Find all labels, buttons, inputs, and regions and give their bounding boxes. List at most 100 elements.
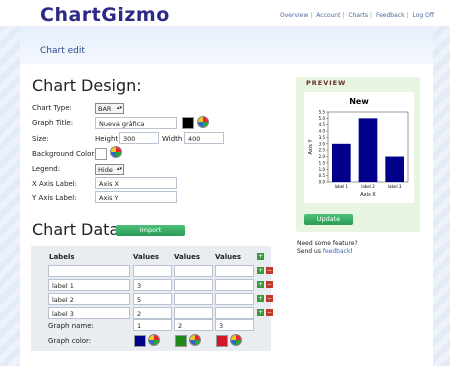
add-row-button[interactable]: +	[257, 267, 264, 274]
y-tick-label: 5.5	[319, 110, 326, 115]
chart-type-label: Chart Type:	[32, 104, 72, 112]
background-color-swatch[interactable]	[95, 148, 107, 160]
row-value-input[interactable]: 5	[133, 293, 172, 305]
row-value-input[interactable]	[174, 293, 213, 305]
row-value-input[interactable]	[174, 307, 213, 319]
top-nav: Overview | Account | Charts | Feedback | Log…	[280, 12, 434, 19]
y-tick-label: 2.0	[319, 154, 326, 159]
column-header-values-1: Values	[133, 253, 160, 261]
graph-color-swatch[interactable]	[175, 335, 187, 347]
x-axis-label: Axis X	[360, 192, 376, 198]
row-value-input[interactable]	[174, 279, 213, 291]
column-header-values-2: Values	[174, 253, 201, 261]
preview-chart: New 0.0 0.5 1.0 1.5 2.0 2.5 3.0 3.5 4.0 4.5 5.0 5.5 l…	[304, 92, 414, 203]
top-bar: ChartGizmo Overview | Account | Charts | Fe…	[0, 0, 450, 26]
chart-title: New	[349, 97, 369, 106]
feedback-text-line1: Need some feature?	[297, 240, 358, 247]
remove-row-button[interactable]: −	[266, 295, 273, 302]
nav-log-off[interactable]: Log Off	[413, 12, 434, 19]
graph-name-input[interactable]: 3	[215, 319, 254, 331]
y-tick-label: 5.0	[319, 116, 326, 121]
table-header-input[interactable]	[48, 265, 130, 277]
graph-color-swatch[interactable]	[216, 335, 228, 347]
color-picker-icon[interactable]	[230, 334, 242, 346]
graph-title-input[interactable]: Nueva gráfica	[95, 117, 177, 129]
nav-feedback[interactable]: Feedback	[376, 12, 405, 19]
y-tick-label: 4.0	[319, 129, 326, 134]
chart-design-heading: Chart Design:	[32, 76, 142, 95]
feedback-prefix: Send us	[297, 248, 323, 255]
y-tick-label: 0.0	[319, 180, 326, 185]
graph-name-input[interactable]: 2	[174, 319, 213, 331]
add-row-button[interactable]: +	[257, 309, 264, 316]
color-picker-icon[interactable]	[148, 334, 160, 346]
remove-row-button[interactable]: −	[266, 281, 273, 288]
color-picker-icon[interactable]	[110, 146, 122, 158]
bar	[332, 143, 351, 182]
add-row-button[interactable]: +	[257, 295, 264, 302]
nav-charts[interactable]: Charts	[348, 12, 368, 19]
remove-row-button[interactable]: −	[266, 267, 273, 274]
feedback-suffix: !	[350, 248, 353, 255]
color-picker-icon[interactable]	[197, 116, 209, 128]
x-tick-label: label 3	[388, 184, 402, 189]
row-value-input[interactable]	[215, 279, 254, 291]
table-header-input[interactable]	[215, 265, 254, 277]
graph-color-swatch[interactable]	[134, 335, 146, 347]
graph-name-label: Graph name:	[48, 322, 94, 330]
size-label: Size:	[32, 135, 49, 143]
row-value-input[interactable]: 2	[133, 307, 172, 319]
y-tick-label: 3.5	[319, 135, 326, 140]
row-label-input[interactable]: label 1	[48, 279, 130, 291]
width-input[interactable]: 400	[184, 132, 224, 144]
dropdown-arrow-icon: ▴▾	[116, 105, 122, 111]
page-title: Chart edit	[40, 46, 85, 56]
nav-account[interactable]: Account	[316, 12, 340, 19]
x-tick-label: label 2	[361, 184, 375, 189]
row-value-input[interactable]: 3	[133, 279, 172, 291]
y-tick-label: 2.5	[319, 148, 326, 153]
legend-label: Legend:	[32, 165, 61, 173]
y-tick-label: 1.5	[319, 160, 326, 165]
update-button[interactable]: Update	[304, 214, 353, 225]
row-label-input[interactable]: label 2	[48, 293, 130, 305]
graph-title-label: Graph Title:	[32, 119, 74, 127]
bar-chart: New 0.0 0.51.0 1.52.02.5 3.03.54.0 4.55.05.5 l…	[308, 97, 409, 198]
x-axis-label-input[interactable]: Axis X	[95, 177, 177, 189]
title-color-swatch[interactable]	[182, 117, 194, 129]
y-axis-label-label: Y Axis Label:	[32, 194, 77, 202]
add-row-button[interactable]: +	[257, 281, 264, 288]
graph-name-input[interactable]: 1	[133, 319, 172, 331]
legend-select[interactable]: Hide ▴▾	[95, 164, 124, 175]
chart-type-select[interactable]: BAR ▴▾	[95, 103, 124, 114]
remove-row-button[interactable]: −	[266, 309, 273, 316]
row-value-input[interactable]	[215, 293, 254, 305]
y-axis-label-input[interactable]: Axis Y	[95, 191, 177, 203]
preview-heading: PREVIEW	[306, 79, 347, 87]
width-label: Width	[162, 135, 183, 143]
column-header-values-3: Values	[215, 253, 242, 261]
table-header-input[interactable]	[174, 265, 213, 277]
bar	[385, 156, 404, 182]
dropdown-arrow-icon: ▴▾	[116, 166, 122, 172]
chartgizmo-logo[interactable]: ChartGizmo	[40, 4, 170, 26]
legend-value: Hide	[98, 166, 113, 174]
row-label-input[interactable]: label 3	[48, 307, 130, 319]
nav-overview[interactable]: Overview	[280, 12, 308, 19]
x-axis-label-label: X Axis Label:	[32, 180, 78, 188]
height-label: Height	[95, 135, 119, 143]
y-tick-label: 1.0	[319, 167, 326, 172]
table-header-input[interactable]	[133, 265, 172, 277]
import-button[interactable]: Import	[116, 225, 185, 236]
bar	[358, 118, 378, 182]
background-color-label: Background Color:	[32, 150, 97, 158]
row-value-input[interactable]	[215, 307, 254, 319]
y-tick-label: 3.0	[319, 141, 326, 146]
height-input[interactable]: 300	[119, 132, 159, 144]
color-picker-icon[interactable]	[189, 334, 201, 346]
x-tick-label: label 1	[335, 184, 349, 189]
add-column-button[interactable]: +	[257, 253, 264, 260]
chart-data-heading: Chart Data:	[32, 220, 125, 239]
feedback-link[interactable]: feedback	[323, 248, 351, 255]
graph-color-label: Graph color:	[48, 337, 92, 345]
